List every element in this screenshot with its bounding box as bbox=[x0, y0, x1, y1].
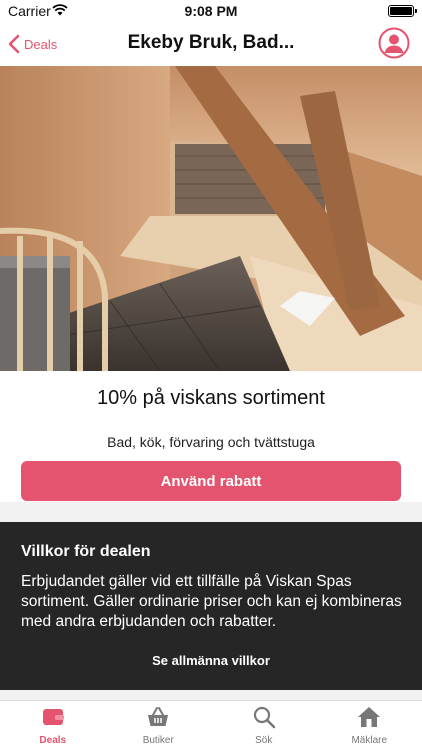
general-terms-link[interactable]: Se allmänna villkor bbox=[0, 653, 422, 668]
tab-deals[interactable]: Deals bbox=[0, 701, 106, 750]
clock: 9:08 PM bbox=[184, 3, 238, 19]
tab-bar: Deals Butiker Sök Mäklare bbox=[0, 700, 422, 750]
back-button[interactable]: Deals bbox=[8, 32, 57, 56]
tab-label: Mäklare bbox=[351, 735, 388, 746]
navigation-bar: Deals Ekeby Bruk, Bad... bbox=[0, 22, 422, 66]
page-title: Ekeby Bruk, Bad... bbox=[127, 32, 295, 53]
tab-label: Sök bbox=[255, 735, 273, 746]
deal-image bbox=[0, 66, 422, 371]
use-discount-button[interactable]: Använd rabatt bbox=[21, 461, 401, 501]
tab-label: Deals bbox=[39, 735, 67, 746]
house-icon bbox=[358, 707, 381, 727]
battery-icon bbox=[388, 5, 417, 17]
deal-title: 10% på viskans sortiment bbox=[97, 387, 325, 409]
tab-sok[interactable]: Sök bbox=[211, 701, 317, 750]
search-icon bbox=[253, 706, 275, 729]
tab-label: Butiker bbox=[142, 735, 174, 746]
tab-maklare[interactable]: Mäklare bbox=[317, 701, 422, 750]
basket-icon bbox=[148, 707, 169, 726]
terms-body: Erbjudandet gäller vid ett tillfälle på … bbox=[21, 573, 402, 630]
terms-section: Villkor för dealen Erbjudandet gäller vi… bbox=[0, 522, 422, 690]
status-bar: Carrier 9:08 PM bbox=[0, 0, 422, 22]
profile-icon[interactable] bbox=[378, 27, 410, 59]
tab-butiker[interactable]: Butiker bbox=[106, 701, 212, 750]
deal-subtitle: Bad, kök, förvaring och tvättstuga bbox=[107, 434, 315, 450]
wallet-icon bbox=[42, 709, 64, 725]
chevron-left-icon bbox=[8, 34, 20, 54]
back-label: Deals bbox=[24, 36, 58, 52]
deal-card: 10% på viskans sortiment Bad, kök, förva… bbox=[0, 371, 422, 502]
terms-heading: Villkor för dealen bbox=[21, 543, 151, 560]
